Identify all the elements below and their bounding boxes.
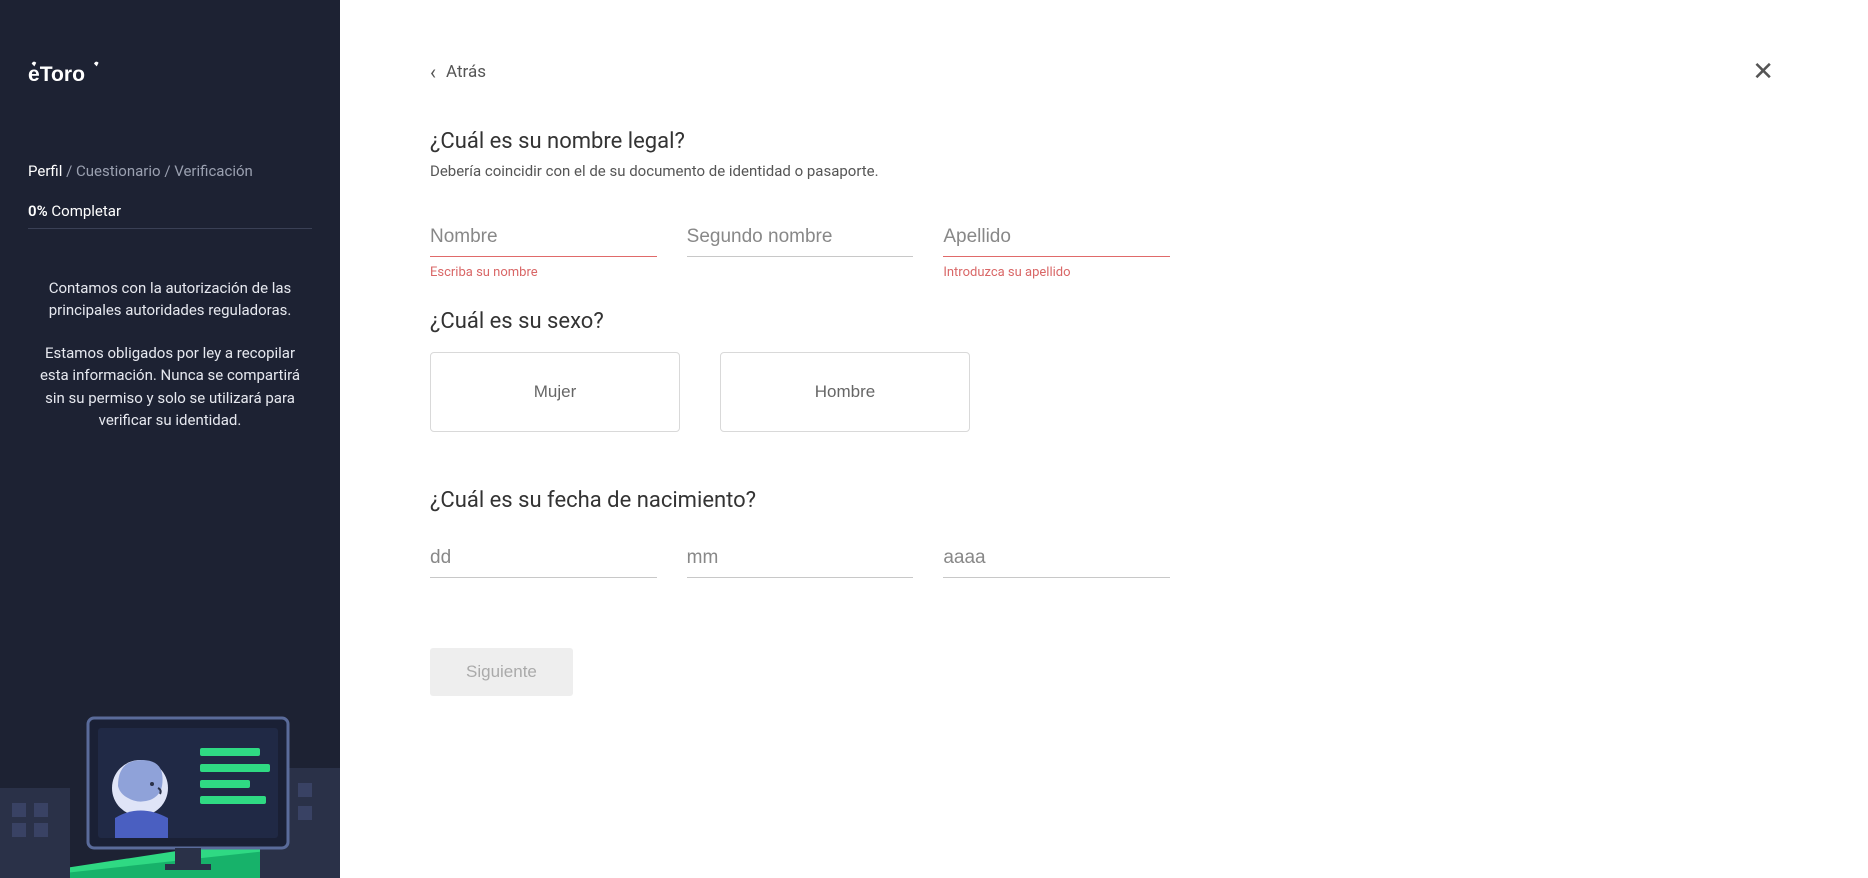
dob-title: ¿Cuál es su fecha de nacimiento? [430, 488, 1170, 513]
sidebar-illustration [0, 668, 340, 878]
first-name-input[interactable] [430, 220, 657, 257]
breadcrumb-cuestionario: Cuestionario [76, 162, 161, 180]
middle-name-error [687, 265, 914, 281]
back-label: Atrás [446, 62, 486, 82]
next-label: Siguiente [466, 662, 537, 681]
gender-male-button[interactable]: Hombre [720, 352, 970, 432]
last-name-input[interactable] [943, 220, 1170, 257]
close-button[interactable]: ✕ [1748, 55, 1778, 89]
svg-text:eToro: eToro [28, 63, 85, 86]
breadcrumb: Perfil / Cuestionario / Verificación [28, 162, 312, 180]
progress-bar [28, 228, 312, 229]
gender-female-label: Mujer [534, 382, 577, 402]
middle-name-input[interactable] [687, 220, 914, 257]
dob-day-input[interactable] [430, 541, 657, 578]
gender-title: ¿Cuál es su sexo? [430, 309, 1170, 334]
back-button[interactable]: ‹ Atrás [430, 62, 486, 82]
last-name-error: Introduzca su apellido [943, 265, 1170, 281]
progress-label: 0% Completar [28, 202, 312, 220]
breadcrumb-perfil: Perfil [28, 162, 62, 180]
first-name-error: Escriba su nombre [430, 265, 657, 281]
next-button[interactable]: Siguiente [430, 648, 573, 696]
breadcrumb-verificacion: Verificación [174, 162, 253, 180]
sidebar-blurb-1: Contamos con la autorización de las prin… [28, 277, 312, 322]
progress-percent: 0% [28, 202, 48, 220]
close-icon: ✕ [1752, 57, 1774, 87]
chevron-left-icon: ‹ [430, 62, 436, 82]
sidebar-blurb-2: Estamos obligados por ley a recopilar es… [28, 342, 312, 432]
gender-male-label: Hombre [815, 382, 875, 402]
legal-name-title: ¿Cuál es su nombre legal? [430, 129, 1170, 154]
sidebar: eToro Perfil / Cuestionario / Verificaci… [0, 0, 340, 878]
legal-name-subtitle: Debería coincidir con el de su documento… [430, 162, 1170, 180]
etoro-logo-svg: eToro [28, 60, 138, 88]
dob-year-input[interactable] [943, 541, 1170, 578]
main-content: ‹ Atrás ✕ ¿Cuál es su nombre legal? Debe… [340, 0, 1868, 878]
progress-text: Completar [51, 202, 121, 220]
gender-female-button[interactable]: Mujer [430, 352, 680, 432]
etoro-logo: eToro [28, 60, 312, 92]
dob-month-input[interactable] [687, 541, 914, 578]
